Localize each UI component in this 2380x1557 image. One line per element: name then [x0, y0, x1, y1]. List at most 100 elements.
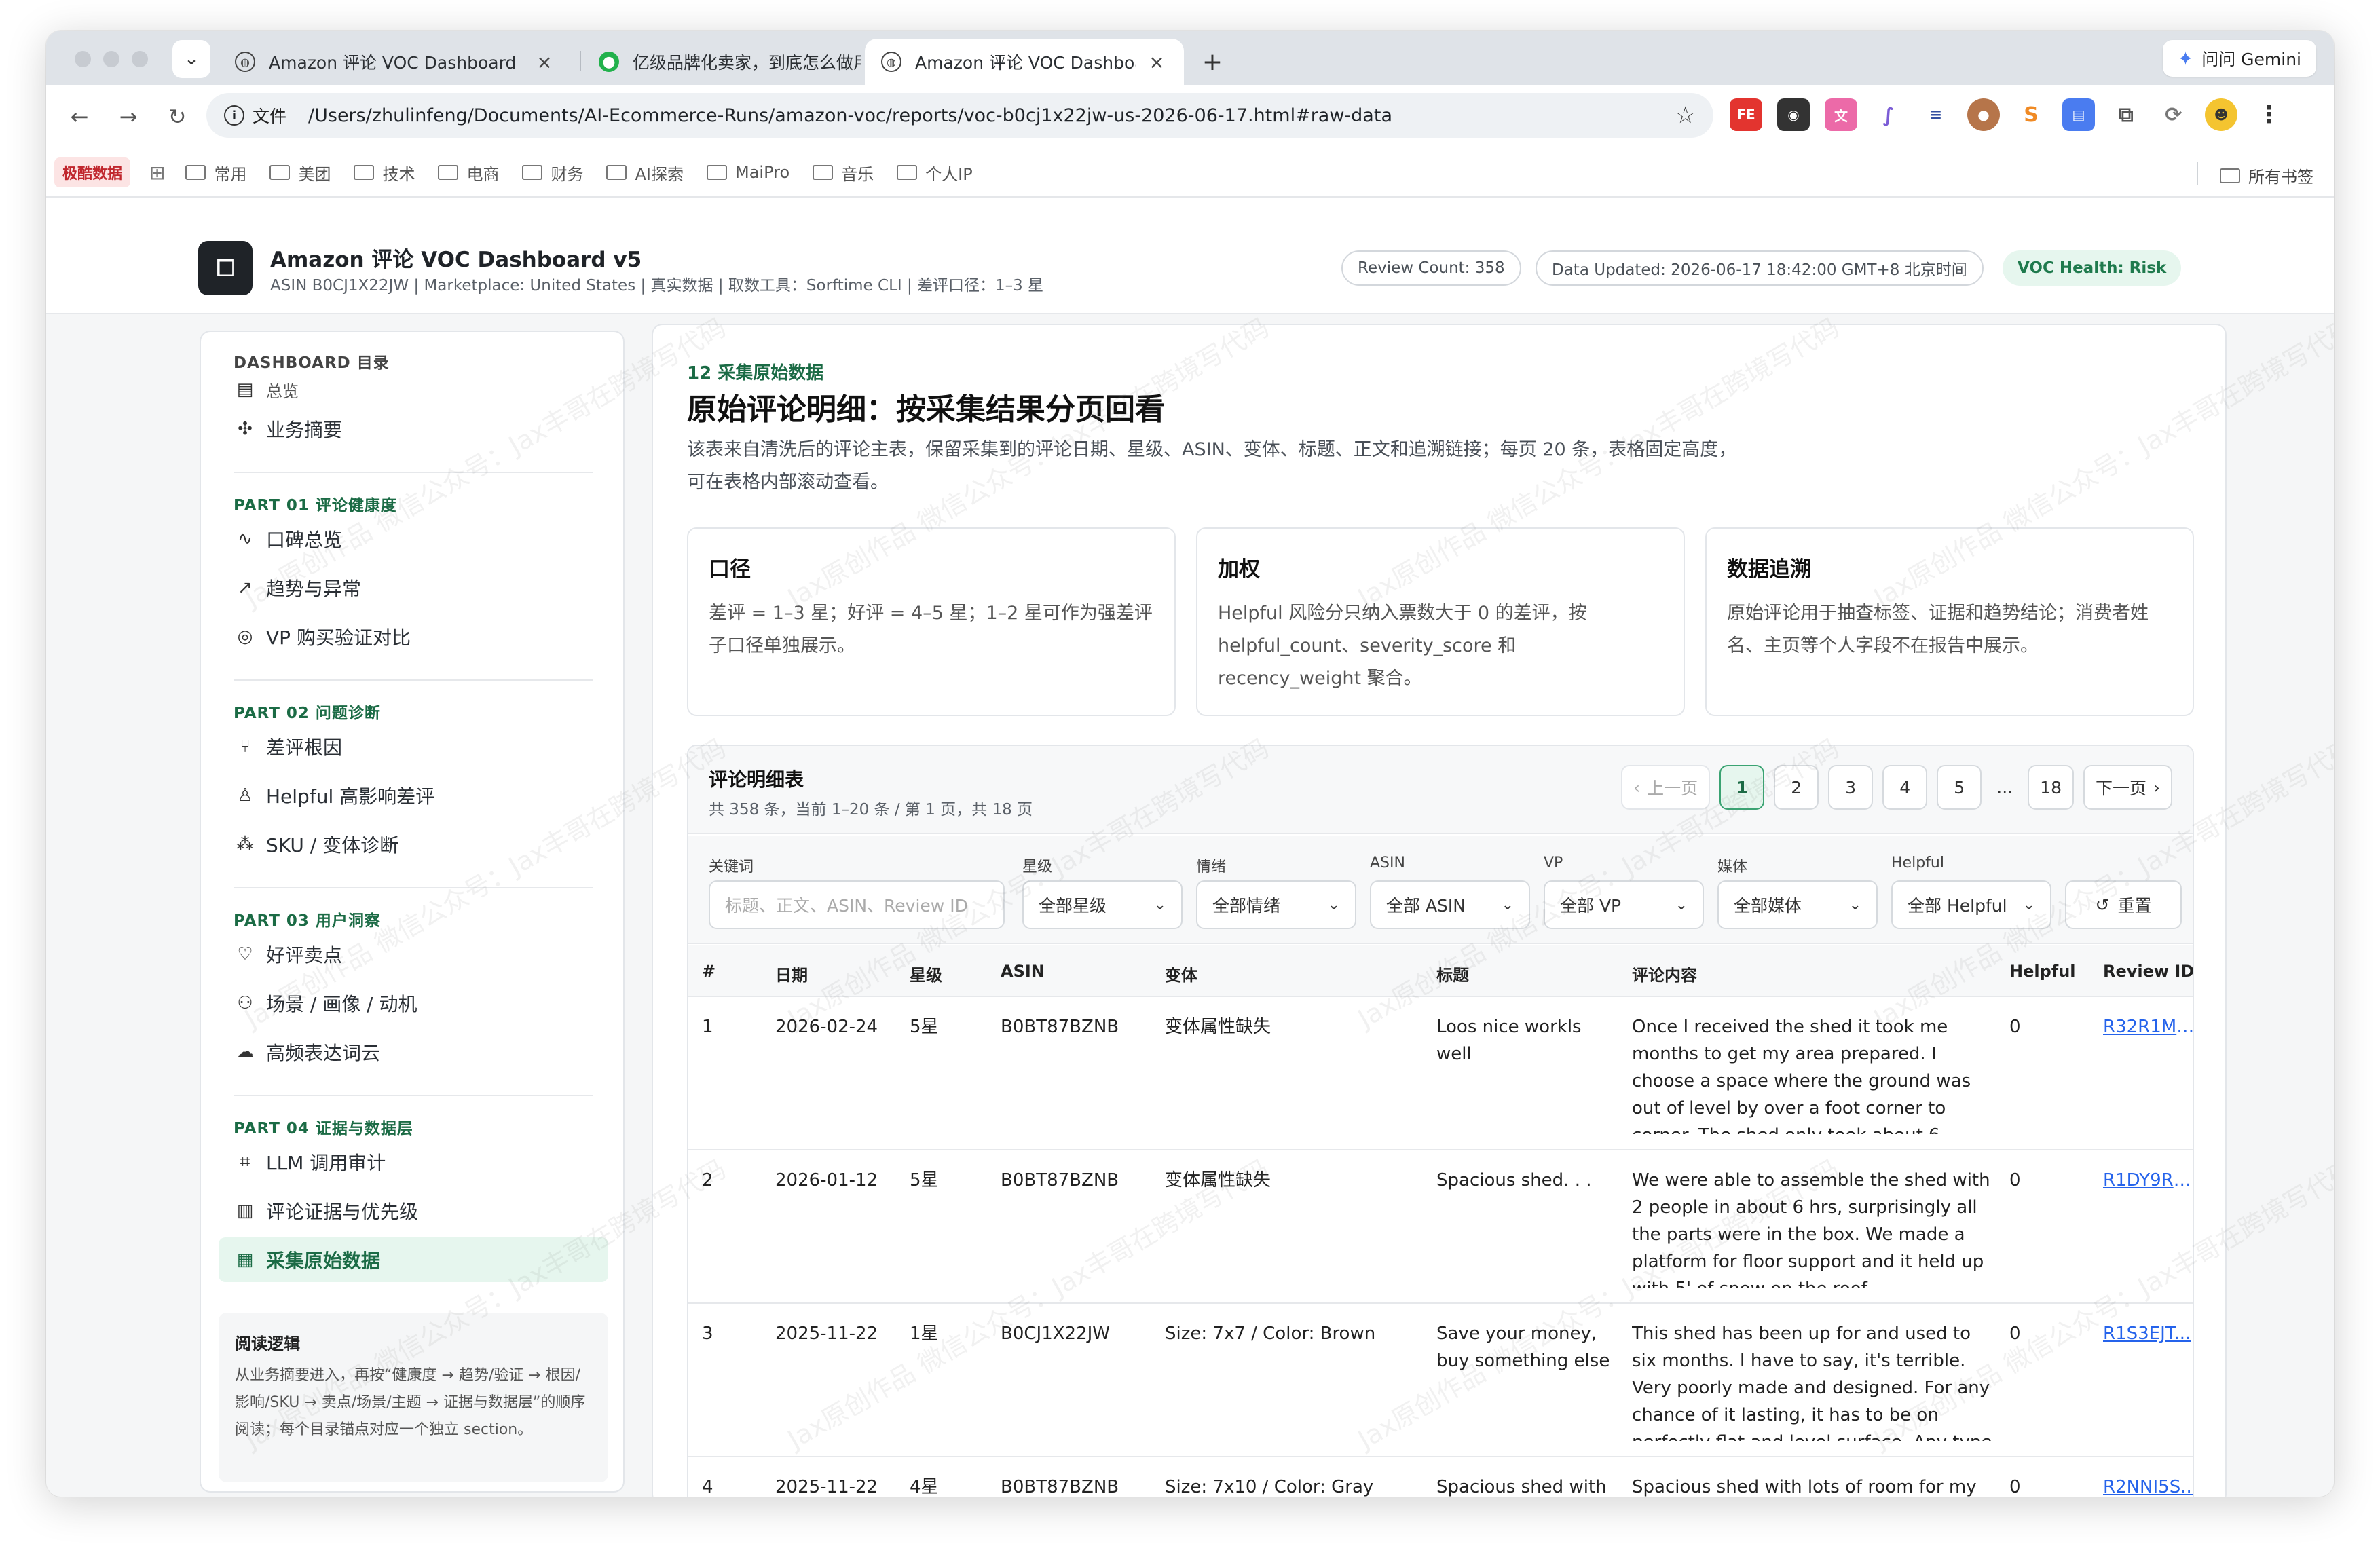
table-title: 评论明细表: [709, 768, 804, 791]
address-bar[interactable]: i 文件 /Users/zhulinfeng/Documents/AI-Ecom…: [206, 93, 1713, 138]
star-filter-select[interactable]: 全部星级 ⌄: [1022, 880, 1183, 929]
menu-dots-icon[interactable]: ⋮: [2252, 98, 2285, 131]
sidebar-item-personas[interactable]: ⚇ 场景 / 画像 / 动机: [219, 981, 608, 1026]
close-window-button[interactable]: [75, 51, 91, 67]
review-id-link[interactable]: R1S3EJT...: [2103, 1320, 2193, 1347]
cookie-extension-icon[interactable]: ●: [1967, 98, 2000, 131]
sidebar-item-overview[interactable]: ▤ 总览: [219, 373, 608, 407]
new-tab-button[interactable]: +: [1193, 43, 1231, 81]
forward-button[interactable]: →: [111, 100, 145, 134]
bookmark-folder[interactable]: 音乐: [813, 161, 874, 185]
translate-extension-icon[interactable]: 文: [1825, 98, 1857, 131]
info-icon[interactable]: i: [224, 105, 244, 126]
media-filter-select[interactable]: 全部媒体 ⌄: [1717, 880, 1878, 929]
s-extension-icon[interactable]: S: [2015, 98, 2047, 131]
reset-filters-button[interactable]: ↺ 重置: [2065, 880, 2182, 929]
fe-extension-icon[interactable]: FE: [1730, 98, 1762, 131]
incognito-extension-icon[interactable]: ◉: [1777, 98, 1810, 131]
table-row[interactable]: 3 2025-11-22 1星 B0CJ1X22JW Size: 7x7 / C…: [688, 1304, 2193, 1457]
page-button-1[interactable]: 1: [1719, 765, 1765, 810]
table-row[interactable]: 4 2025-11-22 4星 B0BT87BZNB Size: 7x10 / …: [688, 1457, 2193, 1497]
bookmark-folder[interactable]: 美团: [269, 161, 331, 185]
table-row[interactable]: 2 2026-01-12 5星 B0BT87BZNB 变体属性缺失 Spacio…: [688, 1150, 2193, 1304]
bookmark-folder[interactable]: MaiPro: [706, 163, 789, 182]
page-button-last[interactable]: 18: [2028, 765, 2074, 810]
helpful-filter-label: Helpful: [1891, 855, 1944, 871]
bookmark-folder[interactable]: 个人IP: [897, 161, 973, 185]
sidebar-item-label: SKU / 变体诊断: [266, 834, 399, 857]
sentiment-filter-select[interactable]: 全部情绪 ⌄: [1196, 880, 1356, 929]
bookmark-folder[interactable]: 常用: [185, 161, 246, 185]
dev-extension-icon[interactable]: ≡: [1920, 98, 1952, 131]
vp-filter-select[interactable]: 全部 VP ⌄: [1544, 880, 1704, 929]
page-button-5[interactable]: 5: [1937, 765, 1982, 810]
back-button[interactable]: ←: [62, 100, 96, 134]
sidebar-item-raw-data[interactable]: ▦ 采集原始数据: [219, 1237, 608, 1282]
sidebar-item-root-cause[interactable]: ⑂ 差评根因: [219, 724, 608, 769]
signature-extension-icon[interactable]: ∫: [1872, 98, 1905, 131]
table-row[interactable]: 1 2026-02-24 5星 B0BT87BZNB 变体属性缺失 Loos n…: [688, 997, 2193, 1150]
pulse-icon: ∿: [238, 529, 253, 549]
sparkle-icon: ✣: [238, 419, 253, 439]
tab-2[interactable]: ● 亿级品牌化卖家，到底怎么做用 ×: [582, 39, 908, 85]
sidebar-divider: [234, 887, 593, 888]
doc-extension-icon[interactable]: ▤: [2062, 98, 2095, 131]
sentiment-filter-label: 情绪: [1196, 859, 1227, 876]
review-id-link[interactable]: R32R1MM...: [2103, 1013, 2193, 1040]
sidebar-item-selling-points[interactable]: ♡ 好评卖点: [219, 932, 608, 977]
minimize-window-button[interactable]: [103, 51, 119, 67]
url-text[interactable]: /Users/zhulinfeng/Documents/AI-Ecommerce…: [308, 105, 1675, 126]
helpful-filter-select[interactable]: 全部 Helpful ⌄: [1891, 880, 2051, 929]
tab-bar: ⌄ ◍ Amazon 评论 VOC Dashboard × ● 亿级品牌化卖家，…: [46, 31, 2334, 85]
bookmark-jiku[interactable]: 极酷数据: [54, 157, 131, 187]
bookmark-folder[interactable]: 电商: [438, 161, 499, 185]
folder-icon: [897, 165, 918, 180]
bookmark-folder[interactable]: AI探索: [606, 161, 684, 185]
sidebar-item-helpful[interactable]: ♙ Helpful 高影响差评: [219, 773, 608, 818]
apps-grid-icon[interactable]: ⊞: [149, 162, 165, 184]
sidebar-item-evidence[interactable]: ▥ 评论证据与优先级: [219, 1188, 608, 1233]
chevron-down-icon: ⌄: [2022, 896, 2035, 914]
sidebar-item-wordcloud[interactable]: ☁ 高频表达词云: [219, 1030, 608, 1074]
asin-filter-label: ASIN: [1370, 855, 1405, 871]
review-id-link[interactable]: R2NNI5S...: [2103, 1474, 2193, 1497]
zoom-window-button[interactable]: [132, 51, 148, 67]
review-id-link[interactable]: R1DY9RH...: [2103, 1167, 2193, 1194]
sidebar-item-sku[interactable]: ⁂ SKU / 变体诊断: [219, 822, 608, 867]
tab-1[interactable]: ◍ Amazon 评论 VOC Dashboard ×: [219, 39, 572, 85]
sidebar-item-label: 差评根因: [266, 736, 343, 759]
page-button-3[interactable]: 3: [1828, 765, 1874, 810]
gemini-button[interactable]: ✦ 问问 Gemini: [2162, 40, 2316, 77]
puzzle-extension-icon[interactable]: ⧉: [2110, 98, 2142, 131]
sidebar-item-vp[interactable]: ◎ VP 购买验证对比: [219, 614, 608, 659]
keyword-search-input[interactable]: 标题、正文、ASIN、Review ID: [709, 880, 1005, 929]
page-button-2[interactable]: 2: [1774, 765, 1819, 810]
avatar[interactable]: ☻: [2205, 98, 2237, 131]
sidebar-item-summary[interactable]: ✣ 业务摘要: [219, 407, 608, 451]
wechat-icon: ●: [599, 52, 619, 72]
all-bookmarks-button[interactable]: 所有书签: [2220, 164, 2313, 187]
reload-button[interactable]: ↻: [160, 100, 194, 134]
sidebar-item-reputation[interactable]: ∿ 口碑总览: [219, 517, 608, 561]
close-tab-icon[interactable]: ×: [534, 51, 555, 73]
close-tab-icon[interactable]: ×: [1146, 51, 1168, 73]
data-updated-badge: Data Updated: 2026-06-17 18:42:00 GMT+8 …: [1536, 250, 1984, 286]
page-button-4[interactable]: 4: [1882, 765, 1928, 810]
cell-helpful: 0: [2009, 1324, 2021, 1344]
tab-3-active[interactable]: ◍ Amazon 评论 VOC Dashboard ×: [865, 39, 1184, 85]
branch-icon: ⑂: [240, 736, 250, 757]
sidebar-item-trends[interactable]: ↗ 趋势与异常: [219, 565, 608, 610]
sidebar-item-llm-audit[interactable]: ⌗ LLM 调用审计: [219, 1140, 608, 1184]
next-page-button[interactable]: 下一页 ›: [2083, 765, 2172, 810]
sync-icon[interactable]: ⟳: [2157, 98, 2190, 131]
asin-filter-select[interactable]: 全部 ASIN ⌄: [1370, 880, 1530, 929]
bookmark-folder[interactable]: 技术: [354, 161, 415, 185]
sidebar-divider: [234, 472, 593, 473]
cell-asin: B0BT87BZNB: [1001, 1017, 1119, 1037]
bookmark-folder[interactable]: 财务: [522, 161, 583, 185]
prev-page-button[interactable]: ‹ 上一页: [1621, 765, 1711, 810]
chevron-down-icon: ⌄: [184, 49, 199, 69]
check-circle-icon: ◎: [237, 626, 253, 647]
tab-search-button[interactable]: ⌄: [172, 40, 210, 78]
bookmark-star-icon[interactable]: ☆: [1675, 102, 1696, 129]
